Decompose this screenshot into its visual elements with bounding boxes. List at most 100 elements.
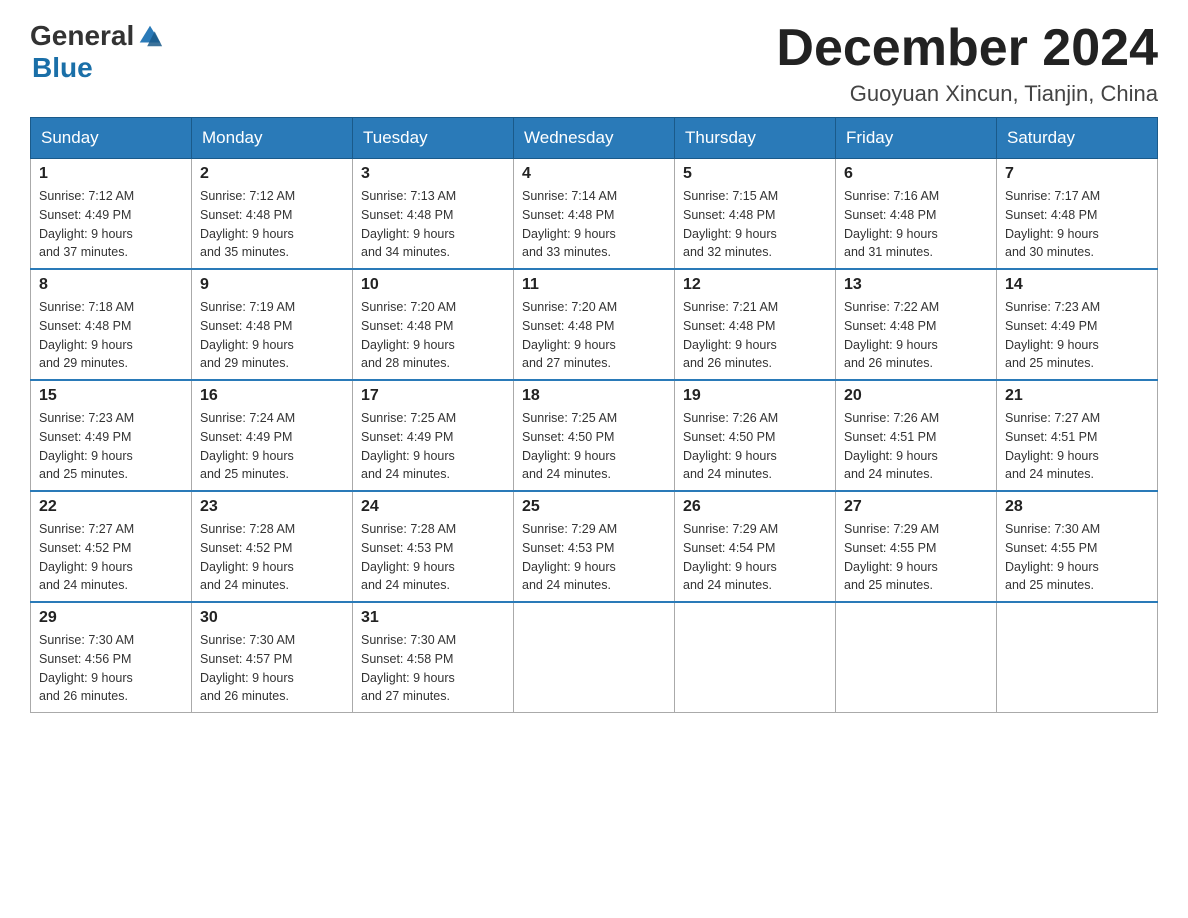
day-number: 31 — [361, 609, 505, 627]
calendar-week-row: 22 Sunrise: 7:27 AMSunset: 4:52 PMDayligh… — [31, 491, 1158, 602]
calendar-table: SundayMondayTuesdayWednesdayThursdayFrid… — [30, 117, 1158, 713]
day-number: 5 — [683, 165, 827, 183]
calendar-cell: 4Sunrise: 7:14 AMSunset: 4:48 PMDaylight… — [514, 159, 675, 270]
weekday-header-tuesday: Tuesday — [353, 118, 514, 159]
day-info: Sunrise: 7:12 AMSunset: 4:48 PMDaylight:… — [200, 187, 344, 262]
day-number: 27 — [844, 498, 988, 516]
calendar-cell: 1 Sunrise: 7:12 AMSunset: 4:49 PMDaylight… — [31, 159, 192, 270]
day-number: 18 — [522, 387, 666, 405]
logo-icon — [136, 22, 164, 50]
day-info: Sunrise: 7:28 AMSunset: 4:53 PMDaylight:… — [361, 520, 505, 595]
calendar-week-row: 1 Sunrise: 7:12 AMSunset: 4:49 PMDaylight… — [31, 159, 1158, 270]
day-number: 11 — [522, 276, 666, 294]
day-number: 19 — [683, 387, 827, 405]
calendar-week-row: 15 Sunrise: 7:23 AMSunset: 4:49 PMDayligh… — [31, 380, 1158, 491]
day-number: 4 — [522, 165, 666, 183]
calendar-cell: 6 Sunrise: 7:16 AMSunset: 4:48 PMDaylight… — [836, 159, 997, 270]
day-info: Sunrise: 7:20 AMSunset: 4:48 PMDaylight:… — [522, 298, 666, 373]
day-number: 16 — [200, 387, 344, 405]
day-number: 21 — [1005, 387, 1149, 405]
day-info: Sunrise: 7:26 AMSunset: 4:50 PMDaylight:… — [683, 409, 827, 484]
day-info: Sunrise: 7:13 AMSunset: 4:48 PMDaylight:… — [361, 187, 505, 262]
day-number: 28 — [1005, 498, 1149, 516]
day-info: Sunrise: 7:30 AMSunset: 4:58 PMDaylight:… — [361, 631, 505, 706]
day-number: 7 — [1005, 165, 1149, 183]
calendar-cell: 9 Sunrise: 7:19 AMSunset: 4:48 PMDaylight… — [192, 269, 353, 380]
day-number: 15 — [39, 387, 183, 405]
calendar-cell: 7Sunrise: 7:17 AMSunset: 4:48 PMDaylight… — [997, 159, 1158, 270]
logo-general-text: General — [30, 20, 134, 52]
weekday-header-row: SundayMondayTuesdayWednesdayThursdayFrid… — [31, 118, 1158, 159]
calendar-cell: 17 Sunrise: 7:25 AMSunset: 4:49 PMDayligh… — [353, 380, 514, 491]
day-info: Sunrise: 7:21 AMSunset: 4:48 PMDaylight:… — [683, 298, 827, 373]
day-number: 9 — [200, 276, 344, 294]
day-info: Sunrise: 7:26 AMSunset: 4:51 PMDaylight:… — [844, 409, 988, 484]
weekday-header-sunday: Sunday — [31, 118, 192, 159]
calendar-cell: 15 Sunrise: 7:23 AMSunset: 4:49 PMDayligh… — [31, 380, 192, 491]
calendar-cell: 12Sunrise: 7:21 AMSunset: 4:48 PMDayligh… — [675, 269, 836, 380]
weekday-header-saturday: Saturday — [997, 118, 1158, 159]
day-info: Sunrise: 7:12 AMSunset: 4:49 PMDaylight:… — [39, 187, 183, 262]
day-info: Sunrise: 7:22 AMSunset: 4:48 PMDaylight:… — [844, 298, 988, 373]
calendar-cell: 20 Sunrise: 7:26 AMSunset: 4:51 PMDayligh… — [836, 380, 997, 491]
day-number: 23 — [200, 498, 344, 516]
calendar-cell: 8 Sunrise: 7:18 AMSunset: 4:48 PMDaylight… — [31, 269, 192, 380]
day-number: 29 — [39, 609, 183, 627]
day-number: 17 — [361, 387, 505, 405]
day-info: Sunrise: 7:15 AMSunset: 4:48 PMDaylight:… — [683, 187, 827, 262]
calendar-cell: 29Sunrise: 7:30 AMSunset: 4:56 PMDayligh… — [31, 602, 192, 713]
day-info: Sunrise: 7:20 AMSunset: 4:48 PMDaylight:… — [361, 298, 505, 373]
day-info: Sunrise: 7:30 AMSunset: 4:55 PMDaylight:… — [1005, 520, 1149, 595]
calendar-cell: 31 Sunrise: 7:30 AMSunset: 4:58 PMDayligh… — [353, 602, 514, 713]
calendar-cell: 25Sunrise: 7:29 AMSunset: 4:53 PMDayligh… — [514, 491, 675, 602]
day-info: Sunrise: 7:25 AMSunset: 4:49 PMDaylight:… — [361, 409, 505, 484]
day-info: Sunrise: 7:23 AMSunset: 4:49 PMDaylight:… — [1005, 298, 1149, 373]
weekday-header-thursday: Thursday — [675, 118, 836, 159]
day-info: Sunrise: 7:19 AMSunset: 4:48 PMDaylight:… — [200, 298, 344, 373]
calendar-cell: 26 Sunrise: 7:29 AMSunset: 4:54 PMDayligh… — [675, 491, 836, 602]
weekday-header-wednesday: Wednesday — [514, 118, 675, 159]
day-number: 6 — [844, 165, 988, 183]
day-number: 22 — [39, 498, 183, 516]
title-area: December 2024 Guoyuan Xincun, Tianjin, C… — [776, 20, 1158, 107]
month-title: December 2024 — [776, 20, 1158, 77]
day-info: Sunrise: 7:29 AMSunset: 4:54 PMDaylight:… — [683, 520, 827, 595]
calendar-cell: 16 Sunrise: 7:24 AMSunset: 4:49 PMDayligh… — [192, 380, 353, 491]
calendar-cell: 5 Sunrise: 7:15 AMSunset: 4:48 PMDaylight… — [675, 159, 836, 270]
weekday-header-friday: Friday — [836, 118, 997, 159]
day-info: Sunrise: 7:18 AMSunset: 4:48 PMDaylight:… — [39, 298, 183, 373]
calendar-cell: 18 Sunrise: 7:25 AMSunset: 4:50 PMDayligh… — [514, 380, 675, 491]
day-info: Sunrise: 7:28 AMSunset: 4:52 PMDaylight:… — [200, 520, 344, 595]
calendar-cell — [836, 602, 997, 713]
calendar-cell: 21Sunrise: 7:27 AMSunset: 4:51 PMDayligh… — [997, 380, 1158, 491]
day-info: Sunrise: 7:25 AMSunset: 4:50 PMDaylight:… — [522, 409, 666, 484]
day-number: 20 — [844, 387, 988, 405]
calendar-week-row: 8 Sunrise: 7:18 AMSunset: 4:48 PMDaylight… — [31, 269, 1158, 380]
day-number: 26 — [683, 498, 827, 516]
day-info: Sunrise: 7:30 AMSunset: 4:57 PMDaylight:… — [200, 631, 344, 706]
calendar-cell: 28 Sunrise: 7:30 AMSunset: 4:55 PMDayligh… — [997, 491, 1158, 602]
calendar-cell: 23 Sunrise: 7:28 AMSunset: 4:52 PMDayligh… — [192, 491, 353, 602]
day-number: 10 — [361, 276, 505, 294]
day-number: 13 — [844, 276, 988, 294]
day-info: Sunrise: 7:16 AMSunset: 4:48 PMDaylight:… — [844, 187, 988, 262]
calendar-cell — [997, 602, 1158, 713]
day-info: Sunrise: 7:29 AMSunset: 4:55 PMDaylight:… — [844, 520, 988, 595]
day-number: 3 — [361, 165, 505, 183]
day-number: 8 — [39, 276, 183, 294]
day-number: 30 — [200, 609, 344, 627]
day-number: 1 — [39, 165, 183, 183]
page-header: General Blue December 2024 Guoyuan Xincu… — [30, 20, 1158, 107]
weekday-header-monday: Monday — [192, 118, 353, 159]
calendar-cell: 2 Sunrise: 7:12 AMSunset: 4:48 PMDaylight… — [192, 159, 353, 270]
calendar-cell: 14Sunrise: 7:23 AMSunset: 4:49 PMDayligh… — [997, 269, 1158, 380]
day-info: Sunrise: 7:27 AMSunset: 4:52 PMDaylight:… — [39, 520, 183, 595]
day-info: Sunrise: 7:23 AMSunset: 4:49 PMDaylight:… — [39, 409, 183, 484]
day-number: 2 — [200, 165, 344, 183]
calendar-cell: 22 Sunrise: 7:27 AMSunset: 4:52 PMDayligh… — [31, 491, 192, 602]
calendar-cell: 27 Sunrise: 7:29 AMSunset: 4:55 PMDayligh… — [836, 491, 997, 602]
calendar-cell — [675, 602, 836, 713]
calendar-cell: 3 Sunrise: 7:13 AMSunset: 4:48 PMDaylight… — [353, 159, 514, 270]
calendar-cell: 24Sunrise: 7:28 AMSunset: 4:53 PMDayligh… — [353, 491, 514, 602]
day-info: Sunrise: 7:24 AMSunset: 4:49 PMDaylight:… — [200, 409, 344, 484]
